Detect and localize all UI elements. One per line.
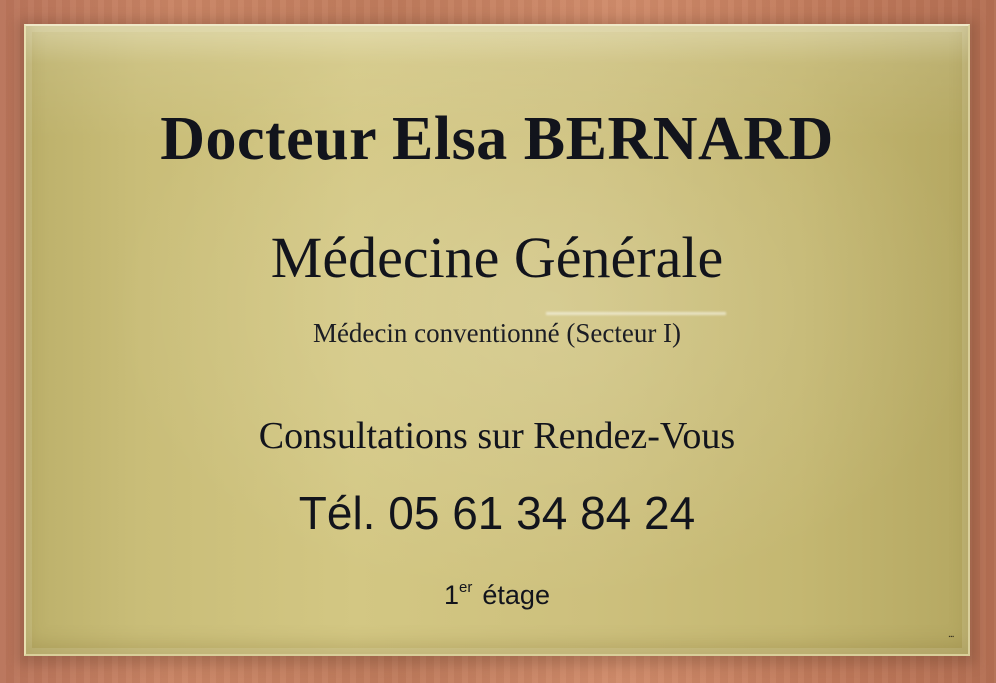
specialty: Médecine Générale — [270, 225, 724, 290]
floor-number: 1 — [444, 580, 460, 610]
maker-mark: ▪▪▪ — [948, 634, 954, 640]
doctor-nameplate: Docteur Elsa BERNARD Médecine Générale M… — [24, 24, 970, 656]
floor-info: 1er étage — [26, 579, 968, 611]
consultation-info: Consultations sur Rendez-Vous — [258, 415, 736, 457]
doctor-name: Docteur Elsa BERNARD — [160, 105, 834, 173]
light-reflection — [546, 312, 726, 315]
floor-suffix: er — [459, 579, 473, 596]
phone-number: Tél. 05 61 34 84 24 — [298, 487, 696, 539]
floor-word: étage — [482, 580, 550, 610]
convention-status: Médecin conventionné (Secteur I) — [312, 318, 682, 348]
